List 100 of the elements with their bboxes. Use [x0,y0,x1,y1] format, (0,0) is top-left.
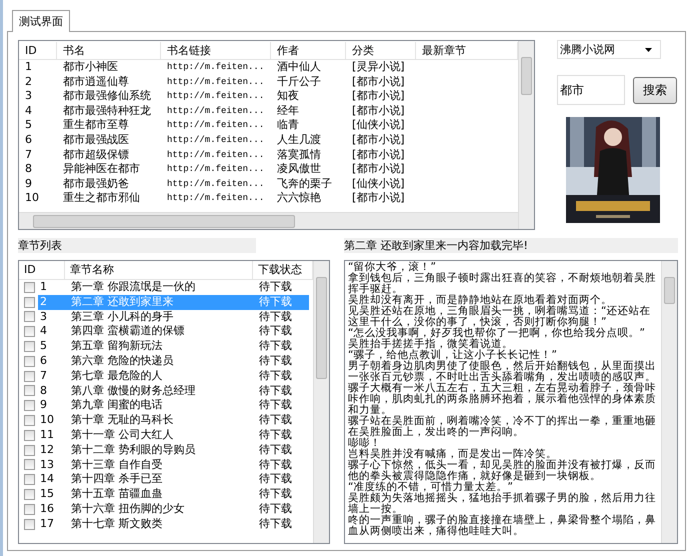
chapter-row[interactable]: 4 第四章 蛮横霸道的保镖 待下载 [38,324,309,340]
checkbox[interactable] [24,415,35,426]
table-cell-text: [仙侠小说] [351,176,406,192]
column-header[interactable]: ID [19,261,65,279]
tab[interactable]: 测试界面 [12,10,70,32]
chapter-row[interactable]: 13 第十三章 自作自受 待下载 [38,458,309,472]
checkbox[interactable] [24,444,35,456]
table-cell-text: 临青 [276,118,300,133]
table-cell-text: [仙侠小说] [351,118,406,133]
paragraph: “准度练的不错，可惜力量太差。” [348,482,513,493]
checkbox[interactable] [24,311,35,322]
table-cell-text: http://m.feiten... [166,104,266,118]
table-cell-text: http://m.feiten... [166,148,266,162]
chapter-row[interactable]: 14 第十四章 杀手已至 待下载 [38,472,309,488]
search-button[interactable]: 搜索 [633,76,677,104]
chapter-row[interactable]: 9 第九章 闺蜜的电话 待下载 [38,398,309,414]
table-cell-text: 都市最强特种狂龙 [62,104,152,118]
table-cell-text: 知夜 [276,89,300,104]
table-cell-text: [都市小说] [351,191,406,206]
source-dropdown[interactable]: 沸腾小说网 [557,40,661,59]
table-cell-text: [都市小说] [351,148,406,162]
table-cell-text: 六六惊艳 [276,191,322,206]
chapter-row[interactable]: 7 第七章 最危险的人 待下载 [38,368,309,384]
paragraph: “留你大爷，滚！” [348,262,436,273]
chapter-list-label: 章节列表 [18,239,62,252]
checkbox[interactable] [24,282,35,293]
paragraph: 拿到钱包后，三角眼子顿时露出狂喜的笑容，不耐烦地朝着吴胜挥手驱赶。 [348,273,657,295]
paragraph: 吴胜抬手搓搓手指，微笑着说道。 [348,339,513,350]
table-cell-text: 都市最强修仙系统 [62,89,152,104]
table-cell-text: [都市小说] [351,162,406,177]
table-cell-text: 凌风傲世 [276,162,322,177]
table-cell-text: 都市小神医 [62,60,119,75]
paragraph: 咚的一声重响，骡子的脸直接撞在墙壁上，鼻梁骨整个塌陷，鼻血从两侧喷出来，痛得他哇哇大叫。 [348,515,657,537]
table-cell-text: 飞奔的栗子 [276,176,333,192]
paragraph: 男子朝着身边肌肉男使了使眼色，然后开始翻钱包，从里面摸出一张张百元钞票，不时吐出舌头舔着嘴角，发出啧啧的感叹声。 [348,361,657,383]
checkbox[interactable] [24,400,35,412]
column-header[interactable]: 分类 [346,42,416,58]
table-cell-text: http://m.feiten... [166,61,266,74]
table-cell-text: 9 [24,176,33,192]
table-cell-text: 4 [24,104,33,118]
table-cell-text: 酒中仙人 [276,60,322,75]
table-cell-text: http://m.feiten... [166,90,266,104]
horizontal-scrollbar[interactable] [19,212,518,229]
chapter-row[interactable]: 16 第十六章 扭伤脚的少女 待下载 [38,502,309,517]
table-cell-text: http://m.feiten... [166,119,266,132]
chapter-row[interactable]: 12 第十二章 势利眼的导购员 待下载 [38,442,309,458]
table-cell-text: 2 [24,74,33,90]
chapter-row[interactable]: 8 第八章 傲慢的财务总经理 待下载 [38,384,309,398]
table-cell-text: http://m.feiten... [166,178,266,191]
chapter-row[interactable]: 17 第十七章 斯文败类 待下载 [38,516,309,532]
vertical-scrollbar[interactable] [518,41,534,229]
dropdown-arrow-icon [645,48,652,52]
paragraph: 吴胜却没有离开，而是静静地站在原地看着对面两个。 [348,295,612,306]
chapter-row[interactable]: 11 第十一章 公司大红人 待下载 [38,428,309,443]
paragraph: “怎么没我事啊，好歹我也帮你了一把啊，你也给我分点呗。” [348,328,646,339]
table-cell-text: 都市逍遥仙尊 [62,74,130,90]
checkbox[interactable] [24,341,35,352]
chapter-row[interactable]: 6 第六章 危险的快递员 待下载 [38,354,309,369]
column-header[interactable]: 章节名称 [65,261,253,279]
paragraph: “骡子，给他点教训，让这小子长长记性！” [348,350,557,361]
chapter-row[interactable]: 5 第五章 留狗新玩法 待下载 [38,339,309,354]
vertical-scrollbar[interactable] [313,261,329,543]
column-header[interactable]: ID [19,42,57,58]
vertical-scrollbar[interactable] [661,261,677,543]
chapter-row[interactable]: 15 第十五章 苗疆血蛊 待下载 [38,487,309,502]
checkbox[interactable] [24,296,35,308]
checkbox[interactable] [24,459,35,470]
chapter-row[interactable]: 3 第三章 小儿科的身手 待下载 [38,310,309,324]
checkbox[interactable] [24,489,35,500]
search-field[interactable]: 都市 [557,75,625,105]
paragraph: 见吴胜还站在原地，三角眼眉头一挑，咧着嘴骂道：“还还站在这里干什么，没你的事了，快滚，否则打断你狗腿！” [348,306,652,328]
table-cell-text: 异能神医在都市 [62,162,141,177]
load-status-label: 第二章 还敢到家里来一内容加载完毕! [344,239,528,252]
table-cell-text: [都市小说] [351,104,406,118]
paragraph: 嘭嘭！ [348,438,381,449]
table-cell-text: 10 [24,191,40,206]
column-header[interactable]: 作者 [271,42,346,58]
checkbox[interactable] [24,430,35,441]
table-cell-text: 人生几渡 [276,132,322,148]
table-cell-text: http://m.feiten... [166,192,266,206]
table-cell-text: http://m.feiten... [166,76,266,89]
paragraph: 骡子站在吴胜面前，咧着嘴冷笑，冷不丁的挥出一拳，重重地砸在吴胜脸面上，发出咚的一声闷响。 [348,416,657,438]
chapter-row[interactable]: 1 第一章 你跟流氓是一伙的 待下载 [38,280,309,295]
table-cell-text: [灵异小说] [351,60,406,75]
checkbox[interactable] [24,326,35,338]
checkbox[interactable] [24,385,35,396]
paragraph: 骡子大概有一米八五左右，五大三粗，左右晃动着脖子，颈骨咔咔作响，肌肉虬扎的两条胳膊环抱着，展示着他强悍的身体素质和力量。 [348,383,657,416]
checkbox[interactable] [24,370,35,382]
chapter-text-area[interactable] [344,260,678,544]
paragraph: 吴胜颇为失落地摇摇头，猛地抬手抓着骡子男的脸，然后用力往墙上一按。 [348,493,657,515]
checkbox[interactable] [24,474,35,486]
chapter-row[interactable]: 10 第十章 无耻的马科长 待下载 [38,413,309,428]
table-cell-text: 经年 [276,104,300,118]
paragraph: 骡子心下惊然，低头一看，却见吴胜的脸面并没有被打爆，反而他的拳头被震得隐隐作痛，就好像是砸到一块钢板。 [348,460,657,482]
table-cell-text: 重生都市至尊 [62,118,130,133]
column-header[interactable]: 书名 [57,42,161,58]
column-header[interactable]: 书名链接 [161,42,271,58]
checkbox[interactable] [24,518,35,530]
checkbox[interactable] [24,356,35,367]
checkbox[interactable] [24,504,35,515]
